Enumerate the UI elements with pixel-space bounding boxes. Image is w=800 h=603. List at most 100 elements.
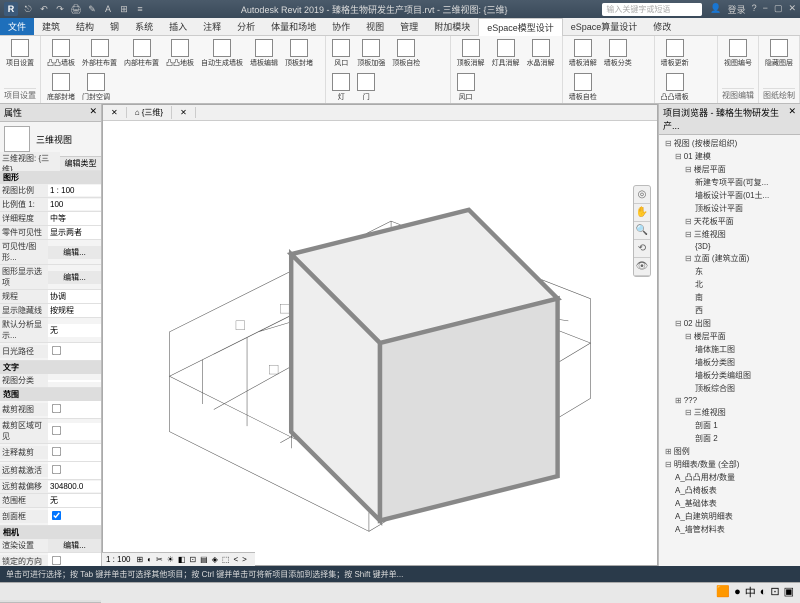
tree-node[interactable]: {3D} [661,241,798,252]
tree-node[interactable]: 西 [661,304,798,317]
tree-node[interactable]: ⊟立面 (建筑立面) [661,252,798,265]
property-section[interactable]: 图形 [0,171,101,184]
tab-file[interactable]: 文件 [0,18,34,35]
ribbon-tool[interactable]: 风口 [330,38,352,69]
viewbar-icon[interactable]: ◈ [212,555,218,564]
property-value[interactable]: 304800.0 [48,481,101,492]
ribbon-tab[interactable]: 管理 [392,18,426,35]
tray-icon[interactable]: 🟧 [716,585,730,598]
close-icon[interactable]: ✕ [788,3,796,16]
tree-node[interactable]: 南 [661,291,798,304]
qat-button[interactable]: 🖨 [70,3,82,15]
ribbon-tab[interactable]: eSpace算量设计 [563,18,646,35]
tree-node[interactable]: ⊟01 建模 [661,150,798,163]
tree-node[interactable]: 顶板综合图 [661,382,798,395]
viewbar-icon[interactable]: ☀ [167,555,174,564]
minimize-icon[interactable]: − [763,3,768,16]
property-value[interactable]: 无 [48,494,101,507]
property-edit-button[interactable]: 编辑... [48,539,101,552]
property-value[interactable] [48,423,101,440]
nav-zoom-icon[interactable]: 🔍 [634,222,650,240]
tree-node[interactable]: 剖面 1 [661,419,798,432]
tree-node[interactable]: 墙板设计平面(01土... [661,189,798,202]
ribbon-tab[interactable]: 体量和场地 [263,18,324,35]
ribbon-tool[interactable]: 凸凸地板 [164,38,196,69]
property-value[interactable]: 显示两者 [48,226,101,239]
tray-icon[interactable]: ⊡ [770,585,779,598]
ribbon-tool[interactable]: 墙板分类 [602,38,634,69]
viewbar-icon[interactable]: ◧ [178,555,186,564]
ribbon-tool[interactable]: 风口 [455,72,477,103]
tree-node[interactable]: 顶板设计平面 [661,202,798,215]
nav-orbit-icon[interactable]: ⟲ [634,240,650,258]
ribbon-tool[interactable]: 门封空调 [80,72,112,103]
property-value[interactable]: 100 [48,199,101,210]
tree-node[interactable]: 墙板分类图 [661,356,798,369]
property-value[interactable]: 1 : 100 [48,185,101,196]
nav-wheel-icon[interactable]: ◎ [634,186,650,204]
property-value[interactable]: 中等 [48,212,101,225]
tree-twisty[interactable]: ⊟ [665,139,672,148]
ribbon-tool[interactable]: 凸凸墙板 [45,38,77,69]
ribbon-tool[interactable]: 凸凸墙板 [659,72,691,103]
close-icon[interactable]: ✕ [89,106,97,119]
ribbon-tab[interactable]: 分析 [229,18,263,35]
tree-twisty[interactable]: ⊟ [665,460,672,469]
viewbar-icon[interactable]: ⊡ [189,555,196,564]
ribbon-tab[interactable]: 建筑 [34,18,68,35]
tree-node[interactable]: 剖面 2 [661,432,798,445]
ribbon-tab[interactable]: 插入 [161,18,195,35]
tree-twisty[interactable]: ⊟ [675,152,682,161]
viewbar-icon[interactable]: ⊞ [136,555,143,564]
tree-twisty[interactable]: ⊟ [685,217,692,226]
qat-button[interactable]: ↷ [54,3,66,15]
qat-button[interactable]: ↶ [38,3,50,15]
viewbar-icon[interactable]: ◐ [147,555,152,564]
property-section[interactable]: 文字 [0,361,101,374]
ribbon-tool[interactable]: 底部封堵 [45,72,77,103]
ribbon-tab[interactable]: eSpace模型设计 [478,18,563,36]
ribbon-tool[interactable]: 水晶消解 [525,38,557,69]
viewbar-icon[interactable]: > [242,555,247,564]
ribbon-tool[interactable]: 顶板自检 [390,38,422,69]
property-value[interactable]: 协调 [48,290,101,303]
property-section[interactable]: 相机 [0,526,101,539]
tree-twisty[interactable]: ⊟ [685,230,692,239]
qat-button[interactable]: ✎ [86,3,98,15]
ribbon-tab[interactable]: 协作 [324,18,358,35]
nav-look-icon[interactable]: 👁 [634,258,650,276]
tree-node[interactable]: A_基础体表 [661,497,798,510]
qat-button[interactable]: ⎋ [22,3,34,15]
tree-node[interactable]: ⊟天花板平面 [661,215,798,228]
tree-twisty[interactable]: ⊟ [685,254,692,263]
help-icon[interactable]: ? [752,3,757,16]
app-logo[interactable]: R [4,2,18,16]
nav-pan-icon[interactable]: ✋ [634,204,650,222]
property-value[interactable]: 无 [48,324,101,337]
ribbon-tool[interactable]: 顶板消解 [455,38,487,69]
view-cube[interactable] [103,121,657,565]
ribbon-tool[interactable]: 外部柱布置 [80,38,119,69]
tree-twisty[interactable]: ⊞ [675,396,682,405]
ribbon-tool[interactable]: 墙板自检 [567,72,599,103]
tree-node[interactable]: ⊞图例 [661,445,798,458]
viewbar-icon[interactable]: ▤ [200,555,208,564]
ribbon-tool[interactable]: 顶板封堵 [283,38,315,69]
ribbon-tool[interactable]: 灯 [330,72,352,103]
ribbon-tool[interactable]: 墙板更新 [659,38,691,69]
tree-twisty[interactable]: ⊟ [685,408,692,417]
property-value[interactable] [48,508,101,525]
property-value[interactable] [48,380,101,382]
tree-node[interactable]: A_白建筑明细表 [661,510,798,523]
ribbon-tool[interactable]: 视图编号 [722,38,754,69]
property-edit-button[interactable]: 编辑... [48,271,101,284]
tree-node[interactable]: ⊟楼层平面 [661,330,798,343]
tree-node[interactable]: ⊟三维视图 [661,228,798,241]
ribbon-tab[interactable]: 结构 [68,18,102,35]
tree-node[interactable]: 墙体施工图 [661,343,798,356]
viewbar-icon[interactable]: ✂ [156,555,163,564]
ribbon-tool[interactable]: 门 [355,72,377,103]
ribbon-tool[interactable]: 墙板消解 [567,38,599,69]
tree-node[interactable]: 东 [661,265,798,278]
tree-twisty[interactable]: ⊟ [685,332,692,341]
